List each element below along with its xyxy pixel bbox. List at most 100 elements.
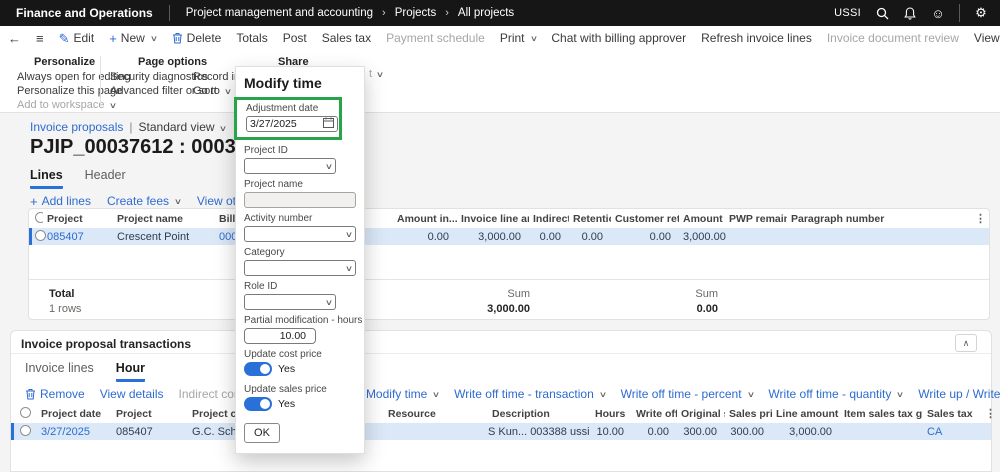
collapse-section-button[interactable]: ∧ — [955, 334, 977, 352]
col-project-name[interactable]: Project name — [113, 213, 215, 225]
print-button[interactable]: Print ∨ — [500, 31, 538, 45]
cell-indirect: 0.00 — [539, 230, 561, 243]
col-line-amount[interactable]: Line amount — [772, 408, 840, 420]
action-bar: ← ≡ ✎ Edit + New ∨ Delete Totals Post Sales… — [0, 26, 1000, 50]
chevron-down-icon[interactable]: ∨ — [325, 298, 333, 307]
search-icon[interactable] — [875, 6, 889, 20]
col-project[interactable]: Project — [112, 408, 188, 420]
chevron-down-icon[interactable]: ∨ — [345, 264, 353, 273]
view-selector[interactable]: Standard view ∨ — [139, 120, 227, 134]
settings-gear-icon[interactable]: ⚙ — [974, 5, 988, 20]
notifications-bell-icon[interactable] — [903, 6, 917, 20]
view-instructions-button[interactable]: View instructions — [974, 31, 1000, 45]
chevron-down-icon[interactable]: ∨ — [345, 230, 353, 239]
col-amount-in[interactable]: Amount in... — [393, 213, 457, 225]
tab-invoice-lines[interactable]: Invoice lines — [25, 361, 94, 382]
app-title[interactable]: Finance and Operations — [0, 6, 169, 20]
modify-time-dialog: Modify time Adjustment date Project ID ∨… — [234, 66, 365, 454]
update-sales-price-toggle[interactable] — [244, 397, 272, 411]
col-indirect[interactable]: Indirect co... — [529, 213, 569, 225]
company-picker[interactable]: USSI — [834, 7, 861, 19]
col-write-off[interactable]: Write off h... — [632, 408, 677, 420]
cell-resource: S Kun... 003388 ussi — [488, 425, 590, 438]
category-combobox[interactable]: ∨ — [244, 260, 356, 276]
create-fees-button[interactable]: Create fees ∨ — [107, 194, 182, 208]
breadcrumb-item-all-projects[interactable]: All projects — [458, 7, 514, 19]
role-id-combobox[interactable]: ∨ — [244, 294, 336, 310]
role-id-value[interactable] — [248, 296, 327, 308]
col-paragraph-number[interactable]: Paragraph number — [787, 213, 907, 225]
col-resource[interactable]: Resource — [384, 408, 488, 420]
ok-button[interactable]: OK — [244, 423, 280, 443]
col-amount-le[interactable]: Amount le... — [679, 213, 725, 225]
refresh-invoice-lines-button[interactable]: Refresh invoice lines — [701, 31, 812, 45]
update-cost-price-toggle[interactable] — [244, 362, 272, 376]
col-hours[interactable]: Hours — [591, 408, 632, 420]
col-pwp[interactable]: PWP remaining b... — [725, 213, 787, 225]
invoice-proposals-link[interactable]: Invoice proposals — [30, 120, 123, 134]
chat-billing-approver-button[interactable]: Chat with billing approver — [551, 31, 686, 45]
write-off-time-transaction-button[interactable]: Write off time - transaction ∨ — [454, 387, 607, 401]
tab-header[interactable]: Header — [85, 168, 126, 189]
col-retention[interactable]: Retention ... — [569, 213, 611, 225]
write-up-write-down-button[interactable]: Write up / Write down — [918, 387, 1000, 401]
sum-invoice-line-amount: 3,000.00 — [487, 303, 530, 315]
col-project[interactable]: Project — [43, 213, 113, 225]
adjustment-date-input[interactable] — [246, 116, 338, 132]
plus-icon: + — [109, 30, 117, 46]
tab-hour[interactable]: Hour — [115, 361, 145, 382]
go-to-item[interactable]: Go to ∨ — [193, 85, 232, 97]
partial-modification-input[interactable] — [244, 328, 316, 344]
modify-time-button[interactable]: Modify time ∨ — [366, 387, 440, 401]
feedback-smiley-icon[interactable]: ☺ — [931, 6, 945, 21]
row-radio[interactable] — [29, 229, 46, 244]
cell-project[interactable]: 085407 — [43, 231, 113, 243]
personalize-this-page-item[interactable]: Personalize this page — [17, 85, 122, 97]
activity-number-value[interactable] — [248, 228, 347, 240]
select-all-radio[interactable] — [29, 211, 43, 226]
project-name-value — [248, 194, 352, 206]
remove-button[interactable]: Remove — [25, 387, 85, 401]
col-invoice-line-amount[interactable]: Invoice line amount — [457, 213, 529, 225]
activity-number-combobox[interactable]: ∨ — [244, 226, 356, 242]
view-details-button[interactable]: View details — [100, 387, 164, 401]
adjustment-date-value[interactable] — [250, 118, 323, 130]
back-button[interactable]: ← — [8, 32, 21, 45]
add-lines-button[interactable]: + Add lines — [30, 194, 91, 208]
col-sales-tax-group[interactable]: Sales tax group — [923, 408, 973, 420]
col-original-sales[interactable]: Original sa... — [677, 408, 725, 420]
transactions-grid-row[interactable]: 3/27/2025 085407 G.C. Scheduler S Kun...… — [11, 423, 991, 440]
calendar-icon[interactable] — [323, 117, 334, 131]
write-off-time-quantity-button[interactable]: Write off time - quantity ∨ — [768, 387, 904, 401]
category-value[interactable] — [248, 262, 347, 274]
cell-sales-tax-group[interactable]: CA — [923, 426, 973, 438]
breadcrumb-item-module[interactable]: Project management and accounting — [186, 7, 373, 19]
sitemap-menu-button[interactable]: ≡ — [36, 32, 44, 45]
totals-button[interactable]: Totals — [236, 31, 267, 45]
cell-project-date[interactable]: 3/27/2025 — [37, 426, 112, 438]
cell-original-sales: 300.00 — [683, 425, 717, 438]
lines-grid-row[interactable]: 085407 Crescent Point 0003 0.00 3,000.00… — [29, 228, 989, 245]
project-id-value[interactable] — [248, 160, 327, 172]
delete-button[interactable]: Delete — [172, 31, 221, 45]
col-description[interactable]: Description — [488, 408, 591, 420]
project-id-combobox[interactable]: ∨ — [244, 158, 336, 174]
new-button[interactable]: + New ∨ — [109, 30, 158, 46]
col-project-date[interactable]: Project date — [37, 408, 112, 420]
row-radio[interactable] — [11, 424, 37, 439]
sales-tax-button[interactable]: Sales tax — [322, 31, 371, 45]
col-customer-retained[interactable]: Customer retained ... — [611, 213, 679, 225]
col-item-sales-tax-group[interactable]: Item sales tax group — [840, 408, 923, 420]
grid-options-kebab-icon[interactable]: ⋮ — [971, 212, 989, 225]
breadcrumb-item-projects[interactable]: Projects — [395, 7, 437, 19]
grid-options-kebab-icon[interactable]: ⋮ — [981, 407, 999, 420]
select-all-radio[interactable] — [11, 406, 37, 421]
partial-modification-value[interactable] — [248, 330, 312, 342]
post-button[interactable]: Post — [283, 31, 307, 45]
chevron-down-icon[interactable]: ∨ — [325, 162, 333, 171]
tab-lines[interactable]: Lines — [30, 168, 63, 189]
write-off-time-percent-button[interactable]: Write off time - percent ∨ — [621, 387, 755, 401]
edit-button[interactable]: ✎ Edit — [59, 31, 95, 45]
sum-label: Sum — [695, 288, 718, 300]
col-sales-price[interactable]: Sales price — [725, 408, 772, 420]
